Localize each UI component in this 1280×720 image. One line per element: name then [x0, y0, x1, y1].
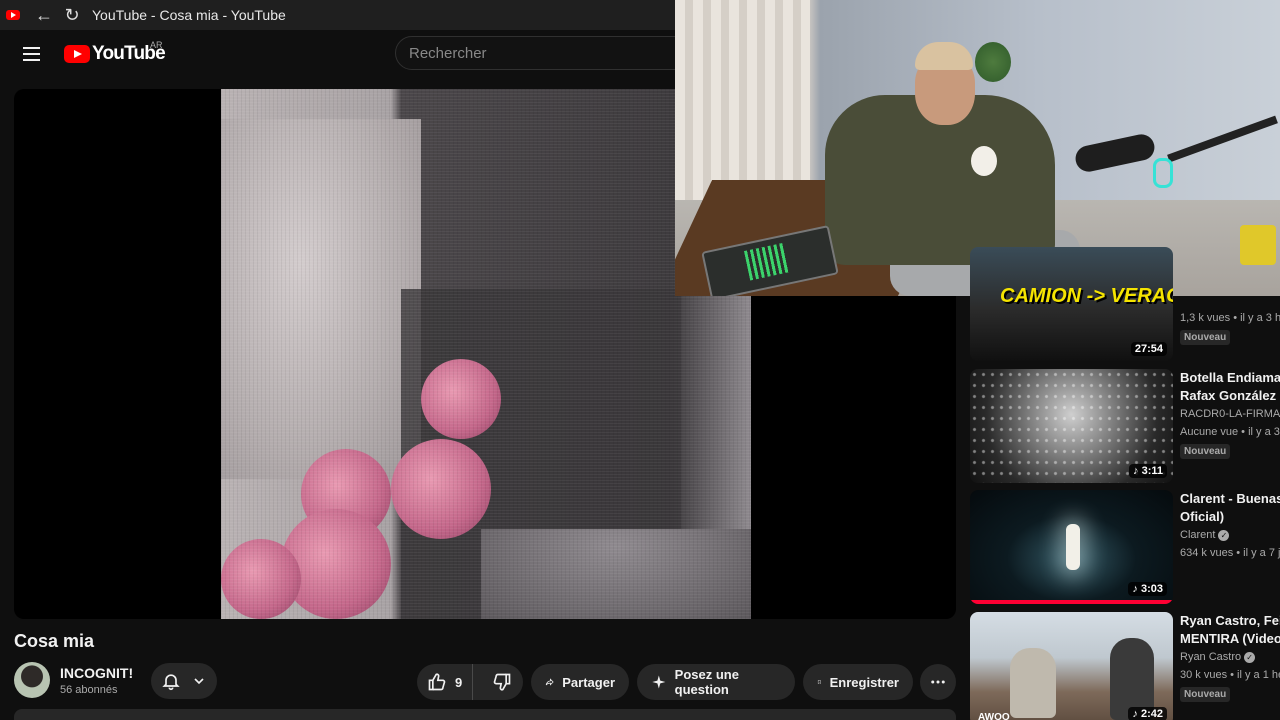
chevron-down-icon [194, 678, 204, 685]
share-icon [545, 678, 554, 686]
menu-icon [23, 47, 40, 49]
sparkle-icon [652, 675, 666, 689]
save-label: Enregistrer [829, 674, 899, 690]
recommendation-thumbnail[interactable]: AWOO ♪ 2:42 [970, 612, 1173, 720]
subscriber-count: 56 abonnés [60, 683, 118, 696]
watch-progress-bar [970, 600, 1173, 604]
duration-badge: ♪ 2:42 [1128, 707, 1167, 720]
thumbnail-caption: CAMION -> VERACRUZ [1000, 285, 1173, 307]
channel-name[interactable]: INCOGNIT! [60, 665, 133, 681]
bell-icon [162, 674, 180, 691]
recommendation-thumbnail[interactable]: CAMION -> VERACRUZ 27:54 [970, 247, 1173, 361]
bookmark-icon [817, 680, 821, 685]
share-button[interactable]: Partager [531, 664, 629, 700]
duration-badge: ♪ 3:03 [1128, 582, 1167, 596]
ask-question-label: Posez une question [674, 667, 739, 697]
thumb-down-icon [493, 673, 511, 691]
recommendation-item[interactable]: AWOO ♪ 2:42 Ryan Castro, Feid MENTIRA (V… [970, 612, 1280, 720]
duration-badge: 27:54 [1130, 342, 1167, 356]
save-button[interactable]: Enregistrer [803, 664, 913, 700]
recommendation-title[interactable]: Clarent - Buenas ( [1180, 490, 1280, 508]
description-box[interactable] [14, 709, 956, 720]
view-meta: 1,3 k vues • il y a 3 heures [1180, 312, 1280, 324]
recommendation-item[interactable]: ♪ 3:03 Clarent - Buenas ( Oficial) Clare… [970, 490, 1280, 604]
share-label: Partager [562, 674, 615, 690]
recommendation-title[interactable]: Botella Endiamatada [1180, 369, 1280, 387]
back-arrow-icon: ← [35, 4, 53, 25]
dislike-button[interactable] [481, 664, 523, 700]
like-count: 9 [455, 674, 463, 690]
recommendation-title[interactable]: Ryan Castro, Feid [1180, 612, 1280, 630]
recommendation-thumbnail[interactable]: ♪ 3:11 [970, 369, 1173, 483]
reload-icon: ↻ [64, 4, 80, 25]
notification-button[interactable] [151, 663, 217, 699]
reload-button[interactable]: ↻ [58, 1, 86, 29]
view-meta: 634 k vues • il y a 7 jours [1180, 547, 1280, 559]
thumb-up-icon [428, 673, 446, 691]
search-placeholder: Rechercher [409, 44, 487, 62]
recommendation-channel[interactable]: Clarent ✓ [1180, 526, 1280, 544]
view-meta: 30 k vues • il y a 1 heure [1180, 669, 1280, 681]
channel-avatar[interactable] [14, 662, 50, 698]
recommendation-title[interactable]: Rafax González ... [1180, 387, 1280, 405]
youtube-logo-icon [64, 45, 90, 63]
country-code: AR [150, 40, 163, 50]
search-input[interactable]: Rechercher [395, 36, 695, 70]
video-frame [221, 89, 751, 619]
recommendation-channel[interactable]: Ryan Castro ✓ [1180, 648, 1280, 666]
verified-icon: ✓ [1244, 651, 1256, 663]
recommendation-title[interactable]: Oficial) [1180, 508, 1280, 526]
ask-question-button[interactable]: Posez une question [637, 664, 795, 700]
window-title: YouTube - Cosa mia - YouTube [92, 7, 286, 23]
verified-icon: ✓ [1218, 529, 1230, 541]
more-actions-button[interactable] [920, 664, 956, 700]
thumbnail-caption: AWOO [978, 712, 1010, 720]
channel-owner: INCOGNIT! 56 abonnés [14, 662, 133, 698]
new-badge: Nouveau [1180, 687, 1231, 702]
recommendation-title[interactable]: MENTIRA (Video O [1180, 630, 1280, 648]
like-dislike-group: 9 [417, 664, 523, 700]
more-icon [931, 680, 945, 684]
like-button[interactable]: 9 [417, 664, 474, 700]
menu-button[interactable] [18, 40, 46, 68]
recommendation-item[interactable]: ♪ 3:11 Botella Endiamatada Rafax Gonzále… [970, 369, 1280, 483]
video-title: Cosa mia [14, 631, 95, 651]
microphone [1073, 131, 1157, 175]
view-meta: Aucune vue • il y a 38 [1180, 426, 1280, 438]
recommendation-channel[interactable]: RACDR0-LA-FIRMA-M [1180, 405, 1280, 423]
youtube-favicon-icon [6, 10, 20, 20]
back-button[interactable]: ← [30, 1, 58, 29]
recommendation-item[interactable]: CAMION -> VERACRUZ 27:54 1,3 k vues • il… [970, 247, 1280, 361]
recommendation-thumbnail[interactable]: ♪ 3:03 [970, 490, 1173, 604]
new-badge: Nouveau [1180, 444, 1231, 459]
duration-badge: ♪ 3:11 [1129, 464, 1167, 478]
new-badge: Nouveau [1180, 330, 1231, 345]
